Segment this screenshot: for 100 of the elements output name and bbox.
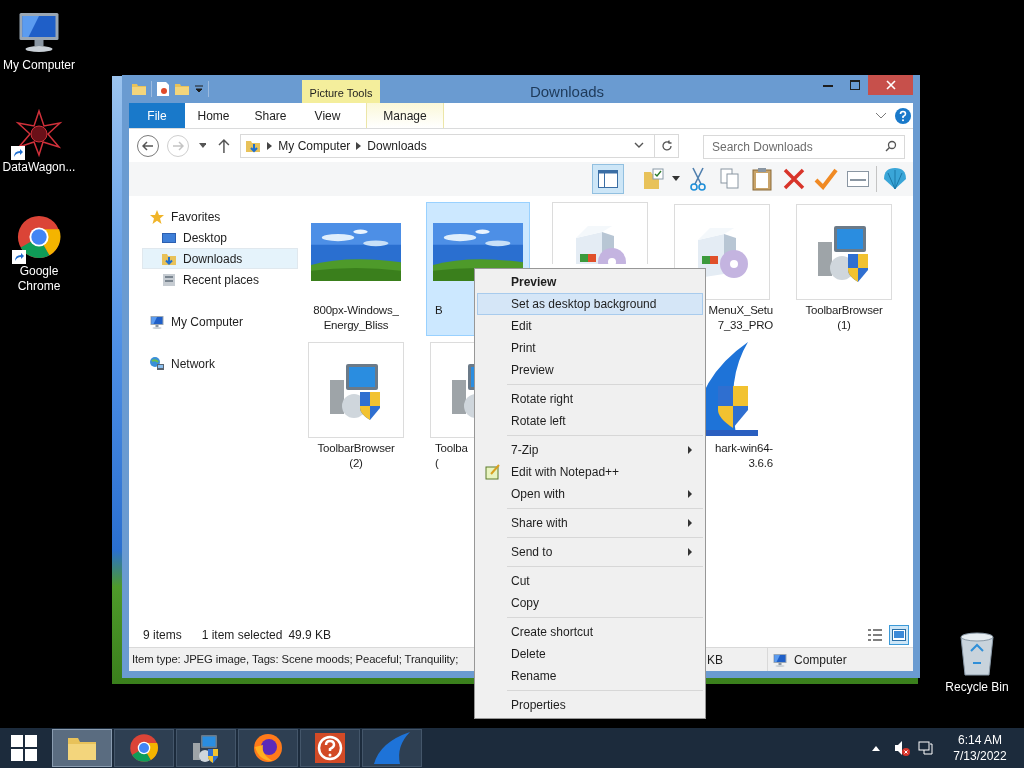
help-icon[interactable] <box>895 107 911 124</box>
address-bar[interactable]: My Computer Downloads <box>240 133 680 158</box>
menu-item[interactable]: Properties <box>477 694 703 716</box>
chevron-down-icon[interactable] <box>634 142 645 149</box>
desktop-icon-label: My Computer <box>2 58 76 73</box>
menu-item-label: Copy <box>510 595 539 612</box>
search-field[interactable]: Search Downloads <box>703 134 905 159</box>
right-arrow-icon <box>171 140 184 151</box>
up-arrow-icon[interactable] <box>218 138 231 153</box>
taskbar-app-button[interactable] <box>238 729 298 767</box>
file-name: (2) <box>349 456 363 471</box>
breadcrumb-arrow-icon[interactable] <box>356 141 362 150</box>
ribbon-tab[interactable]: Home <box>185 103 242 128</box>
desktop-icon-label: Google Chrome <box>16 264 62 294</box>
firefox-icon <box>253 733 283 763</box>
breadcrumb-item[interactable]: My Computer <box>278 136 351 155</box>
file-name: ToolbarBrowser <box>317 441 395 456</box>
preview-pane-button[interactable] <box>592 164 624 194</box>
chevron-down-icon[interactable] <box>875 111 887 120</box>
ribbon-tab[interactable]: View <box>299 103 356 128</box>
menu-item[interactable]: Share with <box>477 512 703 534</box>
muted-speaker-icon[interactable] <box>894 740 910 756</box>
menu-item-label: Open with <box>510 486 566 503</box>
window-title: Downloads <box>529 82 606 102</box>
file-name: B <box>435 303 443 318</box>
chrome-icon <box>129 733 159 763</box>
desktop-icon[interactable]: Google Chrome <box>0 212 78 294</box>
pane-icon <box>598 170 618 188</box>
recycle-bin-icon <box>957 629 997 677</box>
nav-item[interactable]: Recent places <box>142 269 298 290</box>
menu-item[interactable]: Rotate left <box>477 410 703 432</box>
menu-item-label: Properties <box>510 697 566 714</box>
menu-item[interactable]: Preview <box>477 359 703 381</box>
ribbon-tab[interactable]: File <box>129 103 185 128</box>
close-button[interactable] <box>868 75 913 95</box>
menu-item[interactable]: Print <box>477 337 703 359</box>
file-thumbnail[interactable] <box>552 202 648 264</box>
breadcrumb-item[interactable]: Downloads <box>367 136 427 155</box>
menu-item-label: Set as desktop background <box>510 296 657 313</box>
file-item[interactable]: ToolbarBrowser (1) <box>792 202 896 336</box>
nav-item[interactable]: Favorites <box>130 206 286 227</box>
clock-date: 7/13/2022 <box>953 748 1007 764</box>
menu-item[interactable]: Copy <box>477 592 703 614</box>
ribbon-tab[interactable]: Share <box>242 103 299 128</box>
menu-item[interactable]: Send to <box>477 541 703 563</box>
file-name: Energy_Bliss <box>323 318 389 333</box>
dropdown-caret-icon[interactable] <box>672 176 680 182</box>
breadcrumb-arrow-icon[interactable] <box>267 141 273 150</box>
folder-check-icon <box>643 168 665 190</box>
nav-item[interactable]: Downloads <box>142 248 298 269</box>
menu-item[interactable]: 7-Zip <box>477 439 703 461</box>
menu-item-label: Cut <box>510 573 530 590</box>
taskbar-app-button[interactable] <box>114 729 174 767</box>
menu-item[interactable]: Rotate right <box>477 388 703 410</box>
file-name: hark-win64- <box>715 441 773 456</box>
dropdown-caret-icon[interactable] <box>194 84 204 94</box>
file-name: Toolba <box>435 441 468 456</box>
large-icons-view-button[interactable] <box>889 625 909 645</box>
chrome-icon <box>16 214 62 260</box>
menu-item-label: Edit <box>510 318 532 335</box>
location-label: Computer <box>794 651 847 669</box>
document-icon <box>156 81 170 97</box>
menu-item[interactable]: Preview <box>477 271 703 293</box>
context-tab-header: Picture Tools <box>302 80 380 106</box>
desktop-icon[interactable]: Recycle Bin <box>938 628 1016 695</box>
taskbar-app-button[interactable] <box>300 729 360 767</box>
folder-icon <box>131 81 147 97</box>
card-icon <box>847 171 869 187</box>
network-icon[interactable] <box>918 740 934 756</box>
menu-item-label: Preview <box>510 362 554 379</box>
refresh-icon <box>660 139 673 152</box>
menu-item[interactable]: Cut <box>477 570 703 592</box>
menu-item-label: Delete <box>510 646 546 663</box>
menu-item[interactable]: Create shortcut <box>477 621 703 643</box>
menu-item[interactable]: Open with <box>477 483 703 505</box>
file-item[interactable]: ToolbarBrowser (2) <box>304 340 408 474</box>
menu-item[interactable]: Edit <box>477 315 703 337</box>
windows-logo-icon <box>11 735 37 761</box>
close-icon <box>885 80 896 90</box>
menu-item[interactable]: Set as desktop background <box>477 293 703 315</box>
clock[interactable]: 6:14 AM 7/13/2022 <box>940 732 1020 764</box>
menu-item[interactable]: Delete <box>477 643 703 665</box>
caret-up-icon[interactable] <box>872 745 880 751</box>
dropdown-caret-icon[interactable] <box>198 142 207 149</box>
desktop-icon[interactable]: DataWagon... <box>0 108 78 175</box>
desktop-icon[interactable]: My Computer <box>0 6 78 73</box>
recent-places-icon <box>161 271 177 288</box>
ribbon-tab[interactable]: Manage <box>366 103 444 128</box>
nav-item[interactable]: Network <box>130 353 286 374</box>
file-name: (1) <box>837 318 851 333</box>
taskbar-app-button[interactable] <box>176 729 236 767</box>
nav-item[interactable]: My Computer <box>130 311 286 332</box>
nav-item[interactable]: Desktop <box>142 227 298 248</box>
left-arrow-icon <box>141 140 154 151</box>
menu-item[interactable]: Rename <box>477 665 703 687</box>
desktop-icon-label: DataWagon... <box>1 160 77 175</box>
file-item[interactable]: 800px-Windows_ Energy_Bliss <box>304 202 408 336</box>
menu-item[interactable]: Edit with Notepad++ <box>477 461 703 483</box>
clipboard-icon <box>752 167 772 191</box>
selection-size: 49.9 KB <box>288 627 332 644</box>
